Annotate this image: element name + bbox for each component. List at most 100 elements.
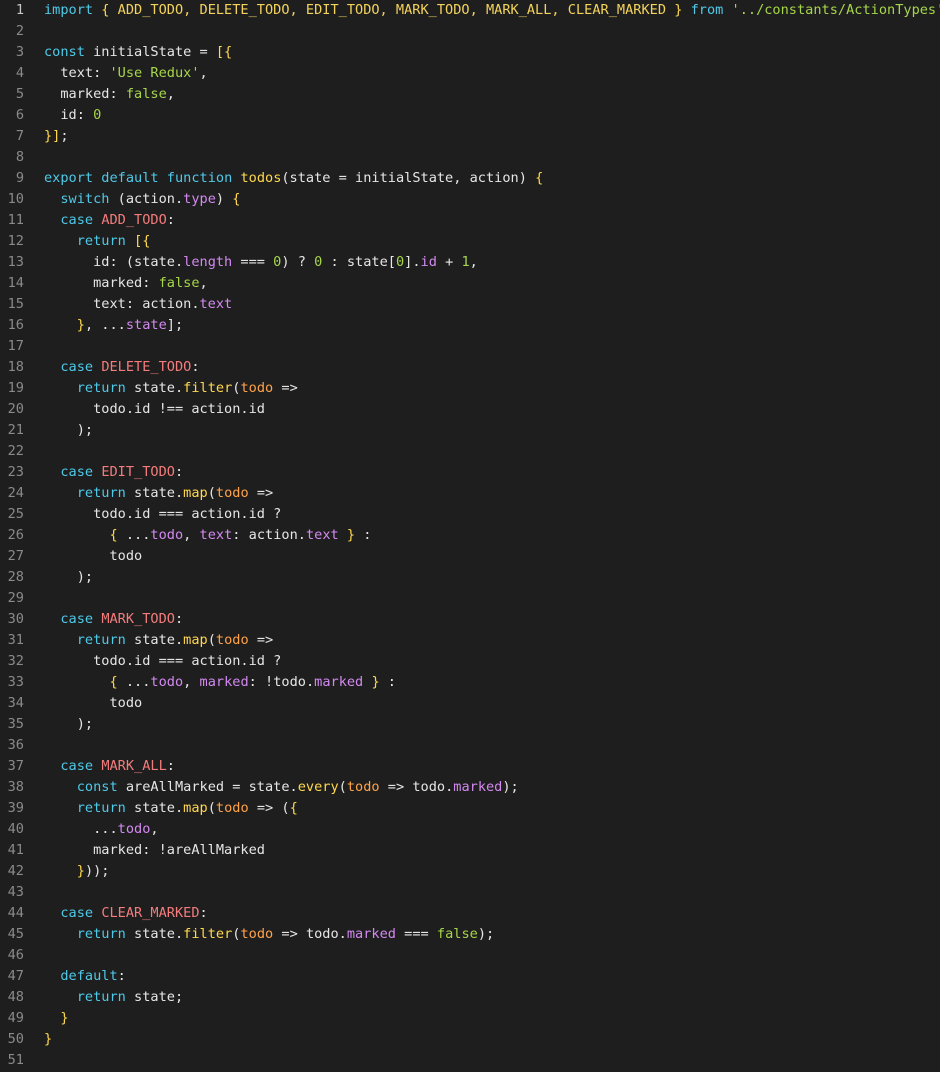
- code-text[interactable]: }, ...state];: [44, 315, 940, 336]
- code-line[interactable]: 7}];: [0, 126, 940, 147]
- code-line[interactable]: 16 }, ...state];: [0, 315, 940, 336]
- code-token: export: [44, 170, 94, 186]
- code-line[interactable]: 8: [0, 147, 940, 168]
- code-line[interactable]: 27 todo: [0, 546, 940, 567]
- code-line[interactable]: 15 text: action.text: [0, 294, 940, 315]
- code-text[interactable]: const initialState = [{: [44, 42, 940, 63]
- code-text[interactable]: case EDIT_TODO:: [44, 462, 940, 483]
- code-line[interactable]: 34 todo: [0, 693, 940, 714]
- code-line[interactable]: 49 }: [0, 1008, 940, 1029]
- code-text[interactable]: default:: [44, 966, 940, 987]
- code-text[interactable]: { ...todo, text: action.text } :: [44, 525, 940, 546]
- code-line[interactable]: 51: [0, 1050, 940, 1071]
- code-text[interactable]: marked: false,: [44, 273, 940, 294]
- code-text[interactable]: todo.id === action.id ?: [44, 504, 940, 525]
- code-line[interactable]: 3 const initialState = [{: [0, 42, 940, 63]
- code-line[interactable]: 11 case ADD_TODO:: [0, 210, 940, 231]
- code-line[interactable]: 48 return state;: [0, 987, 940, 1008]
- code-line[interactable]: 40 ...todo,: [0, 819, 940, 840]
- code-text[interactable]: text: action.text: [44, 294, 940, 315]
- code-text[interactable]: switch (action.type) {: [44, 189, 940, 210]
- code-text[interactable]: import { ADD_TODO, DELETE_TODO, EDIT_TOD…: [44, 0, 940, 21]
- code-line[interactable]: 9 export default function todos(state = i…: [0, 168, 940, 189]
- code-text[interactable]: text: 'Use Redux',: [44, 63, 940, 84]
- code-line[interactable]: 20 todo.id !== action.id: [0, 399, 940, 420]
- code-text[interactable]: );: [44, 420, 940, 441]
- code-line[interactable]: 29: [0, 588, 940, 609]
- code-line[interactable]: 17: [0, 336, 940, 357]
- code-line[interactable]: 31 return state.map(todo =>: [0, 630, 940, 651]
- code-line[interactable]: 39 return state.map(todo => ({: [0, 798, 940, 819]
- code-line[interactable]: 10 switch (action.type) {: [0, 189, 940, 210]
- code-text[interactable]: case ADD_TODO:: [44, 210, 940, 231]
- code-line[interactable]: 19 return state.filter(todo =>: [0, 378, 940, 399]
- code-line[interactable]: 26 { ...todo, text: action.text } :: [0, 525, 940, 546]
- code-text[interactable]: ...todo,: [44, 819, 940, 840]
- code-text[interactable]: { ...todo, marked: !todo.marked } :: [44, 672, 940, 693]
- code-line[interactable]: 4 text: 'Use Redux',: [0, 63, 940, 84]
- code-text[interactable]: todo.id !== action.id: [44, 399, 940, 420]
- code-line[interactable]: 14 marked: false,: [0, 273, 940, 294]
- code-text[interactable]: case CLEAR_MARKED:: [44, 903, 940, 924]
- code-text[interactable]: id: (state.length === 0) ? 0 : state[0].…: [44, 252, 940, 273]
- code-text[interactable]: todo: [44, 693, 940, 714]
- code-text[interactable]: case DELETE_TODO:: [44, 357, 940, 378]
- line-number: 14: [7, 275, 24, 291]
- code-line[interactable]: 44 case CLEAR_MARKED:: [0, 903, 940, 924]
- code-line[interactable]: 5 marked: false,: [0, 84, 940, 105]
- code-text[interactable]: marked: false,: [44, 84, 940, 105]
- code-line[interactable]: 50}: [0, 1029, 940, 1050]
- code-line[interactable]: 47 default:: [0, 966, 940, 987]
- code-line[interactable]: 28 );: [0, 567, 940, 588]
- code-text[interactable]: }];: [44, 126, 940, 147]
- code-editor[interactable]: 1 import { ADD_TODO, DELETE_TODO, EDIT_TO…: [0, 0, 940, 1072]
- code-text[interactable]: );: [44, 567, 940, 588]
- code-text[interactable]: }));: [44, 861, 940, 882]
- code-text[interactable]: export default function todos(state = in…: [44, 168, 940, 189]
- code-line[interactable]: 25 todo.id === action.id ?: [0, 504, 940, 525]
- code-text[interactable]: return state.map(todo =>: [44, 630, 940, 651]
- code-line[interactable]: 46: [0, 945, 940, 966]
- code-line[interactable]: 38 const areAllMarked = state.every(todo…: [0, 777, 940, 798]
- code-text[interactable]: return state;: [44, 987, 940, 1008]
- code-text[interactable]: case MARK_ALL:: [44, 756, 940, 777]
- code-text[interactable]: case MARK_TODO:: [44, 609, 940, 630]
- code-line[interactable]: 30 case MARK_TODO:: [0, 609, 940, 630]
- code-line[interactable]: 42 }));: [0, 861, 940, 882]
- code-line[interactable]: 36: [0, 735, 940, 756]
- code-line[interactable]: 21 );: [0, 420, 940, 441]
- code-line[interactable]: 32 todo.id === action.id ?: [0, 651, 940, 672]
- code-line[interactable]: 41 marked: !areAllMarked: [0, 840, 940, 861]
- code-line[interactable]: 12 return [{: [0, 231, 940, 252]
- code-text[interactable]: return state.filter(todo => todo.marked …: [44, 924, 940, 945]
- code-line[interactable]: 43: [0, 882, 940, 903]
- code-line[interactable]: 13 id: (state.length === 0) ? 0 : state[…: [0, 252, 940, 273]
- line-number: 21: [7, 422, 24, 438]
- code-text[interactable]: return state.filter(todo =>: [44, 378, 940, 399]
- code-text[interactable]: marked: !areAllMarked: [44, 840, 940, 861]
- code-token: : state[: [322, 254, 396, 270]
- code-text[interactable]: return state.map(todo =>: [44, 483, 940, 504]
- code-line[interactable]: 37 case MARK_ALL:: [0, 756, 940, 777]
- code-line[interactable]: 23 case EDIT_TODO:: [0, 462, 940, 483]
- code-line[interactable]: 2: [0, 21, 940, 42]
- code-text[interactable]: const areAllMarked = state.every(todo =>…: [44, 777, 940, 798]
- code-text[interactable]: id: 0: [44, 105, 940, 126]
- code-line[interactable]: 24 return state.map(todo =>: [0, 483, 940, 504]
- code-text[interactable]: todo: [44, 546, 940, 567]
- code-token: ];: [166, 317, 184, 333]
- code-text[interactable]: return [{: [44, 231, 940, 252]
- code-line[interactable]: 1 import { ADD_TODO, DELETE_TODO, EDIT_TO…: [0, 0, 940, 21]
- code-line[interactable]: 18 case DELETE_TODO:: [0, 357, 940, 378]
- code-text[interactable]: );: [44, 714, 940, 735]
- code-text[interactable]: todo.id === action.id ?: [44, 651, 940, 672]
- code-line[interactable]: 33 { ...todo, marked: !todo.marked } :: [0, 672, 940, 693]
- code-text[interactable]: }: [44, 1029, 940, 1050]
- code-line[interactable]: 45 return state.filter(todo => todo.mark…: [0, 924, 940, 945]
- code-text[interactable]: }: [44, 1008, 940, 1029]
- code-line[interactable]: 22: [0, 441, 940, 462]
- code-line[interactable]: 35 );: [0, 714, 940, 735]
- code-text[interactable]: return state.map(todo => ({: [44, 798, 940, 819]
- code-line[interactable]: 6 id: 0: [0, 105, 940, 126]
